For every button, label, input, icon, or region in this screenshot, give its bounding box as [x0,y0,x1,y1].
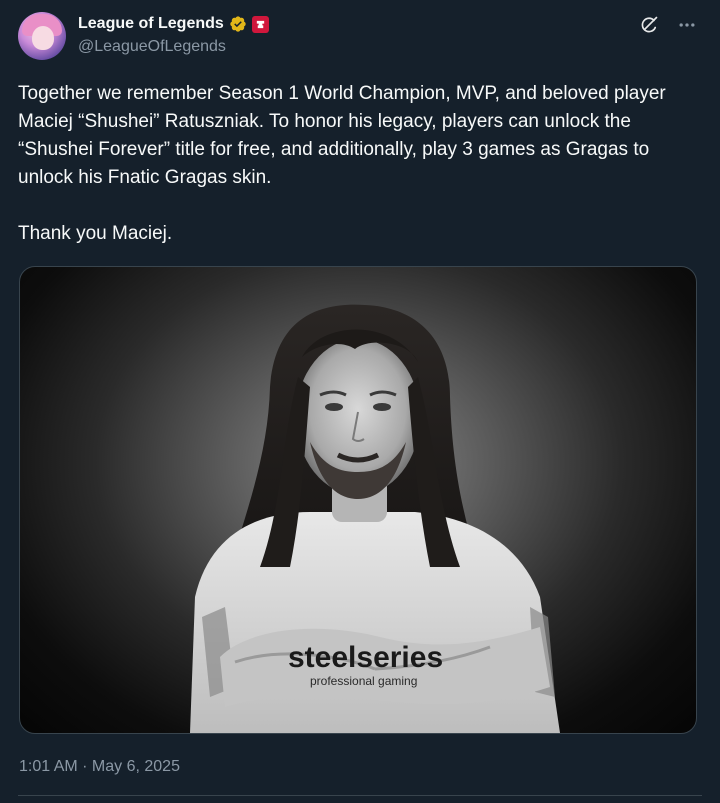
tweet-paragraph-1: Together we remember Season 1 World Cham… [18,83,666,188]
tweet-paragraph-2: Thank you Maciej. [18,223,173,244]
avatar[interactable] [18,12,66,60]
divider [18,795,702,796]
jersey-text-main: steelseries [288,641,443,674]
photo-illustration: steelseries professional gaming [190,304,560,733]
author-name-row: League of Legends [78,13,269,35]
author-display-name[interactable]: League of Legends [78,15,224,33]
tweet-photo[interactable]: steelseries professional gaming [19,266,697,734]
tweet-actions-top [638,14,698,36]
jersey-text-sub: professional gaming [310,674,417,688]
tweet-card: League of Legends @LeagueOfLegends Toget… [0,0,720,803]
author-handle[interactable]: @LeagueOfLegends [78,38,226,56]
avatar-face [32,26,54,50]
verified-badge-icon[interactable] [229,15,247,33]
more-icon[interactable] [676,14,698,36]
affiliate-badge-icon[interactable] [251,15,269,33]
tweet-timestamp[interactable]: 1:01 AM · May 6, 2025 [19,758,180,776]
grok-icon[interactable] [638,14,660,36]
tweet-text: Together we remember Season 1 World Cham… [18,80,678,248]
